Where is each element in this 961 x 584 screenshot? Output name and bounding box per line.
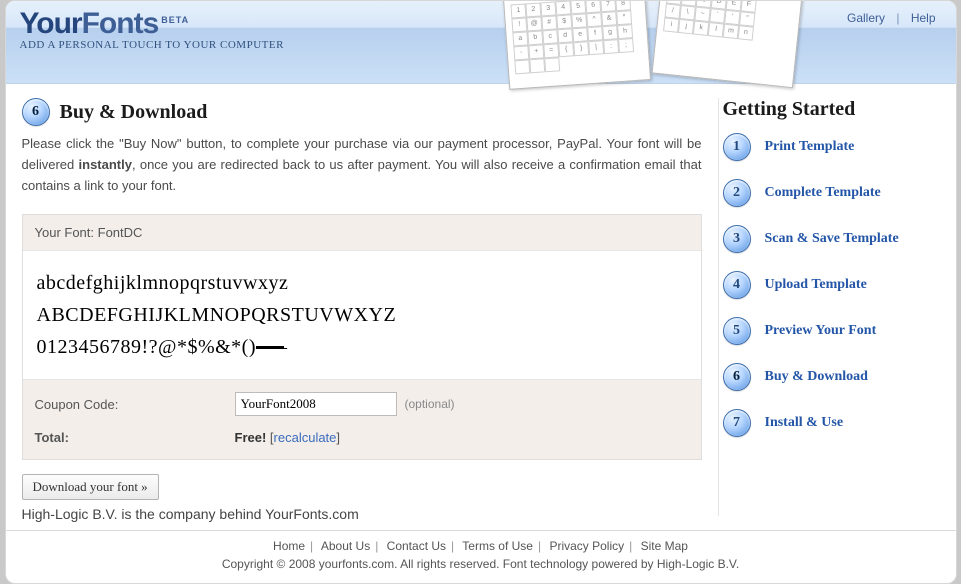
preview-symbols: 0123456789!?@*$%&*()–––– <box>37 331 687 363</box>
brand-your: Your <box>20 7 82 40</box>
page-title-text: Buy & Download <box>60 101 208 124</box>
page-title: 6 Buy & Download <box>22 98 702 126</box>
top-nav: Gallery | Help <box>847 11 936 25</box>
font-preview: abcdefghijklmnopqrstuvwxyz ABCDEFGHIJKLM… <box>23 250 701 380</box>
nav-separator: | <box>896 11 899 25</box>
font-name: FontDC <box>98 225 143 240</box>
footer-copyright: Copyright © 2008 yourfonts.com. All righ… <box>6 557 956 571</box>
coupon-label: Coupon Code: <box>35 397 235 412</box>
template-sheet-icon: ABCDEF /\~`'" ijklmn <box>651 0 802 88</box>
header: YourFontsBETA ADD A PERSONAL TOUCH TO YO… <box>6 1 956 84</box>
step-print-template[interactable]: 1Print Template <box>723 133 946 161</box>
sidebar-title: Getting Started <box>723 98 946 121</box>
font-label: Your Font: <box>35 225 98 240</box>
coupon-row: Coupon Code: (optional) <box>35 392 689 416</box>
intro-paragraph: Please click the "Buy Now" button, to co… <box>22 134 702 196</box>
step-scan-save-template[interactable]: 3Scan & Save Template <box>723 225 946 253</box>
app-chrome: YourFontsBETA ADD A PERSONAL TOUCH TO YO… <box>5 0 957 584</box>
main-column: 6 Buy & Download Please click the "Buy N… <box>6 84 718 530</box>
getting-started-steps: 1Print Template 2Complete Template 3Scan… <box>723 133 946 437</box>
footer-home[interactable]: Home <box>273 539 305 553</box>
coupon-optional: (optional) <box>405 397 455 411</box>
body-row: 6 Buy & Download Please click the "Buy N… <box>6 84 956 530</box>
total-value: Free! <box>235 430 267 445</box>
step-number-badge: 6 <box>22 98 50 126</box>
preview-upper: ABCDEFGHIJKLMNOPQRSTUVWXYZ <box>37 299 687 331</box>
coupon-input[interactable] <box>235 392 397 416</box>
font-panel-header: Your Font: FontDC <box>23 215 701 250</box>
footer-contact[interactable]: Contact Us <box>387 539 446 553</box>
step-upload-template[interactable]: 4Upload Template <box>723 271 946 299</box>
footer: Home| About Us| Contact Us| Terms of Use… <box>6 530 956 583</box>
step-preview-font[interactable]: 5Preview Your Font <box>723 317 946 345</box>
brand-fonts: Fonts <box>82 7 159 40</box>
footer-privacy[interactable]: Privacy Policy <box>549 539 624 553</box>
brand-beta: BETA <box>161 15 189 25</box>
recalculate-link[interactable]: recalculate <box>274 430 337 445</box>
step-complete-template[interactable]: 2Complete Template <box>723 179 946 207</box>
footer-about[interactable]: About Us <box>321 539 370 553</box>
footer-links: Home| About Us| Contact Us| Terms of Use… <box>6 539 956 553</box>
footer-sitemap[interactable]: Site Map <box>641 539 688 553</box>
font-panel: Your Font: FontDC abcdefghijklmnopqrstuv… <box>22 214 702 460</box>
font-panel-footer: Coupon Code: (optional) Total: Free! [ r… <box>23 380 701 459</box>
step-buy-download[interactable]: 6Buy & Download <box>723 363 946 391</box>
footer-terms[interactable]: Terms of Use <box>462 539 533 553</box>
brand-logo[interactable]: YourFontsBETA <box>20 7 284 41</box>
step-install-use[interactable]: 7Install & Use <box>723 409 946 437</box>
total-row: Total: Free! [ recalculate ] <box>35 430 689 445</box>
nav-help-link[interactable]: Help <box>911 11 936 25</box>
nav-gallery-link[interactable]: Gallery <box>847 11 885 25</box>
company-note: High-Logic B.V. is the company behind Yo… <box>22 506 702 522</box>
download-font-button[interactable]: Download your font » <box>22 474 159 500</box>
template-sheet-icon: 12345678 !@#$%^&* abcdefgh -+={}|:; <box>502 0 650 90</box>
sidebar: Getting Started 1Print Template 2Complet… <box>719 84 956 530</box>
total-label: Total: <box>35 430 235 445</box>
tagline: ADD A PERSONAL TOUCH TO YOUR COMPUTER <box>20 39 284 51</box>
template-decor: 12345678 !@#$%^&* abcdefgh -+={}|:; ABCD… <box>506 0 806 91</box>
preview-lower: abcdefghijklmnopqrstuvwxyz <box>37 267 687 299</box>
brand-block: YourFontsBETA ADD A PERSONAL TOUCH TO YO… <box>20 7 284 51</box>
